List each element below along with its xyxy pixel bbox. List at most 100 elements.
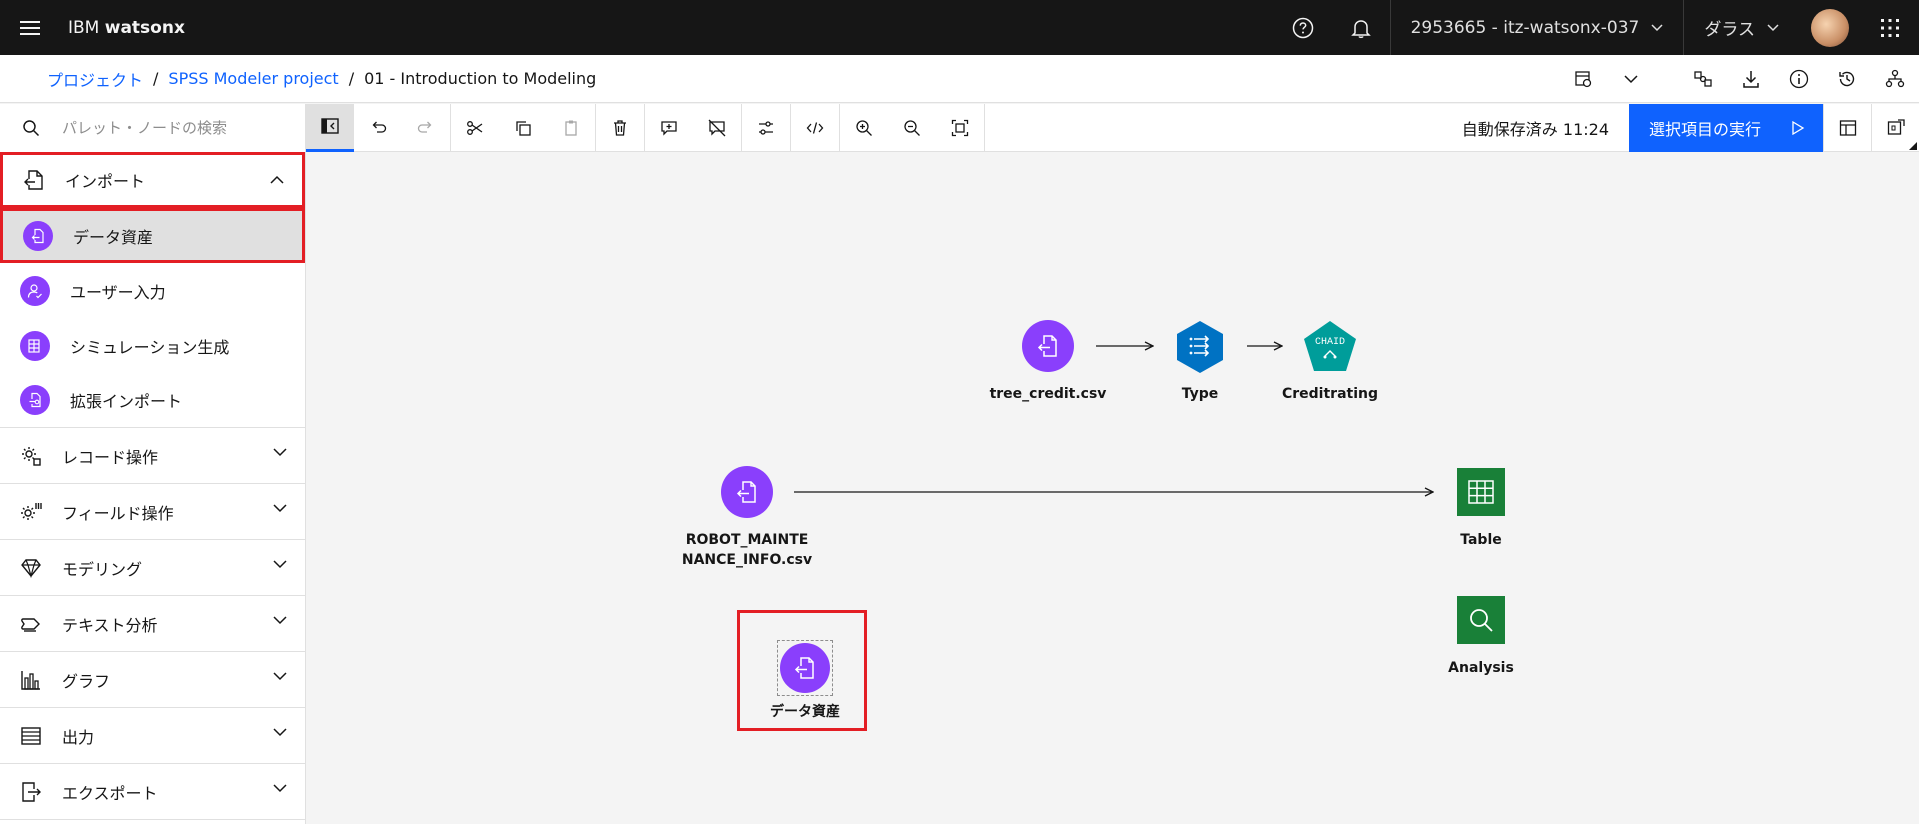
chaid-model-icon: CHAID — [1304, 321, 1356, 371]
category-label: グラフ — [62, 671, 111, 691]
category-import[interactable]: インポート — [0, 152, 305, 208]
hide-comments-icon — [708, 119, 726, 136]
canvas-node-table[interactable]: Table — [1457, 468, 1505, 548]
settings-adjust-icon — [759, 120, 773, 135]
canvas-node-creditrating[interactable]: CHAID Creditrating — [1282, 320, 1378, 402]
corner-indicator-icon — [1909, 142, 1917, 150]
history-icon — [1839, 71, 1855, 87]
toggle-palette-button[interactable] — [306, 103, 354, 152]
canvas-toolbar: 自動保存済み 11:24 選択項目の実行 — [306, 103, 1919, 152]
compare-button[interactable] — [1679, 55, 1727, 103]
fit-to-screen-button[interactable] — [936, 104, 984, 152]
account-switcher[interactable]: 2953665 - itz-watsonx-037 — [1389, 0, 1684, 55]
palette-node-label: シミュレーション生成 — [70, 337, 230, 357]
chevron-down-icon — [273, 784, 287, 793]
flow-canvas[interactable]: tree_credit.csv Type CHAID Creditrating … — [306, 152, 1919, 824]
palette-search-input[interactable] — [62, 119, 292, 137]
history-button[interactable] — [1823, 55, 1871, 103]
data-asset-icon — [23, 220, 53, 251]
canvas-node-label: tree_credit.csv — [989, 386, 1107, 402]
zoom-in-button[interactable] — [840, 104, 888, 152]
redo-button[interactable] — [402, 104, 450, 152]
help-button[interactable] — [1274, 0, 1332, 55]
palette-node-user-input[interactable]: ユーザー入力 — [0, 263, 305, 318]
breadcrumb-projects[interactable]: プロジェクト — [47, 67, 143, 91]
canvas-node-label-line: ROBOT_MAINTE — [685, 532, 809, 548]
add-comment-button[interactable] — [645, 104, 693, 152]
output-panel-button[interactable] — [1823, 104, 1871, 152]
palette-node-data-asset[interactable]: データ資産 — [0, 208, 305, 263]
help-icon — [1292, 17, 1313, 38]
deploy-button[interactable] — [1871, 55, 1919, 103]
product-brand[interactable]: IBM watsonx — [68, 18, 185, 38]
canvas-node-tree-credit[interactable]: tree_credit.csv — [990, 320, 1106, 402]
flow-schedule-icon — [1575, 71, 1592, 88]
palette-node-simulation[interactable]: シミュレーション生成 — [0, 318, 305, 373]
canvas-node-new-data-asset[interactable]: データ資産 — [770, 643, 840, 720]
compare-icon — [1694, 71, 1712, 87]
undo-icon — [372, 121, 387, 133]
canvas-node-label: Analysis — [1448, 660, 1514, 676]
palette-node-extension-import[interactable]: 拡張インポート — [0, 373, 305, 428]
category-label: フィールド操作 — [62, 503, 174, 523]
fit-to-screen-icon — [951, 119, 969, 136]
toolbar-divider — [984, 103, 985, 152]
palette-search — [0, 104, 306, 152]
chevron-down-icon — [273, 616, 287, 625]
download-button[interactable] — [1727, 55, 1775, 103]
canvas-node-type[interactable]: Type — [1174, 320, 1226, 402]
chevron-up-icon — [270, 175, 284, 184]
palette-node-label: データ資産 — [73, 227, 154, 247]
properties-panel-button[interactable] — [1871, 104, 1919, 152]
nodes-icon — [1885, 69, 1905, 88]
notifications-button[interactable] — [1332, 0, 1390, 55]
code-view-button[interactable] — [791, 104, 839, 152]
category-modeling[interactable]: モデリング — [0, 540, 305, 596]
category-graphs[interactable]: グラフ — [0, 652, 305, 708]
account-name: 2953665 - itz-watsonx-037 — [1410, 17, 1640, 38]
canvas-node-analysis[interactable]: Analysis — [1448, 596, 1514, 676]
category-label: テキスト分析 — [62, 615, 158, 635]
user-avatar[interactable] — [1811, 8, 1849, 47]
flow-properties-button[interactable] — [742, 104, 790, 152]
info-icon — [1789, 69, 1809, 89]
canvas-node-label: ROBOT_MAINTE NANCE_INFO.csv — [682, 530, 812, 570]
app-grid-icon — [1881, 18, 1899, 37]
info-button[interactable] — [1775, 55, 1823, 103]
flow-settings-button[interactable] — [1559, 55, 1607, 103]
simulation-icon — [20, 330, 50, 361]
record-ops-icon — [0, 445, 62, 467]
category-record-ops[interactable]: レコード操作 — [0, 428, 305, 484]
paste-button[interactable] — [547, 104, 595, 152]
undo-button[interactable] — [354, 104, 402, 152]
category-export[interactable]: エクスポート — [0, 764, 305, 820]
category-text-analysis[interactable]: テキスト分析 — [0, 596, 305, 652]
zoom-out-button[interactable] — [888, 104, 936, 152]
scissors-icon — [467, 120, 483, 135]
category-output[interactable]: 出力 — [0, 708, 305, 764]
copy-icon — [516, 120, 531, 136]
brand-name: watsonx — [104, 17, 185, 38]
delete-button[interactable] — [596, 104, 644, 152]
canvas-node-robot-maintenance[interactable]: ROBOT_MAINTE NANCE_INFO.csv — [682, 466, 812, 568]
add-comment-icon — [661, 120, 677, 136]
autosave-status: 自動保存済み 11:24 — [1461, 120, 1609, 139]
run-selection-button[interactable]: 選択項目の実行 — [1629, 104, 1823, 152]
palette-node-label: ユーザー入力 — [70, 282, 166, 302]
category-label: モデリング — [62, 559, 143, 579]
redo-icon — [417, 121, 432, 133]
trash-icon — [614, 119, 626, 136]
hide-comments-button[interactable] — [693, 104, 741, 152]
panel-toggle-icon — [321, 118, 339, 134]
hamburger-menu-button[interactable] — [0, 0, 60, 55]
copy-button[interactable] — [499, 104, 547, 152]
region-switcher[interactable]: ダラス — [1683, 0, 1799, 55]
flow-menu-dropdown[interactable] — [1607, 55, 1655, 103]
breadcrumb-project[interactable]: SPSS Modeler project — [168, 69, 338, 88]
canvas-node-label: Type — [1181, 386, 1219, 402]
cut-button[interactable] — [451, 104, 499, 152]
category-label: インポート — [65, 172, 146, 191]
category-field-ops[interactable]: フィールド操作 — [0, 484, 305, 540]
chevron-down-icon — [1651, 23, 1663, 31]
app-switcher-button[interactable] — [1861, 0, 1919, 55]
